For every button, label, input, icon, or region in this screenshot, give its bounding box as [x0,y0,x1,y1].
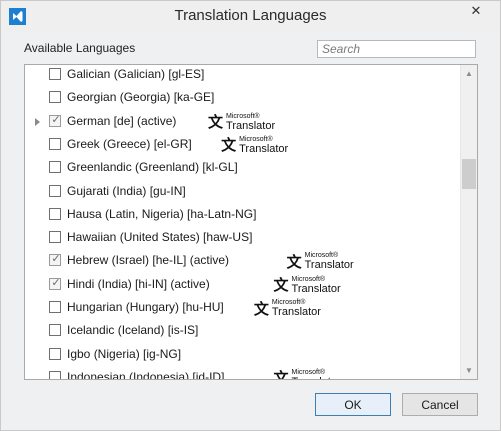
window-title: Translation Languages [174,7,327,24]
language-row[interactable]: ✓ German [de] (active) 文 Microsoft® Translat… [25,112,459,132]
translator-wordmark: Microsoft®Translator [292,368,341,379]
translator-wordmark-line2: Translator [292,376,341,379]
microsoft-translator-logo: 文Microsoft®Translator [208,111,275,133]
language-checkbox[interactable]: ✓ [49,347,61,360]
language-row[interactable]: ✓ Igbo (Nigeria) [ig-NG] [25,345,459,365]
checkmark-icon: ✓ [51,253,61,266]
translator-wordmark-line2: Translator [291,282,341,295]
translator-icon: 文 [208,113,224,132]
scroll-up-icon[interactable]: ▲ [461,65,477,82]
language-checkbox[interactable]: ✓ [49,253,61,267]
microsoft-translator-logo: 文Microsoft®Translator [273,367,341,380]
expand-arrow-icon[interactable] [35,117,40,126]
language-label: Greenlandic (Greenland) [kl-GL] [67,160,238,175]
language-label: Icelandic (Iceland) [is-IS] [67,323,199,338]
language-checkbox[interactable]: ✓ [49,276,61,290]
language-row[interactable]: ✓ Hawaiian (United States) [haw-US] [25,228,459,248]
vertical-scrollbar[interactable]: ▲ ▼ [460,65,477,379]
language-row[interactable]: ✓ Indonesian (Indonesia) [id-ID] 文Microsof… [25,367,459,380]
translator-wordmark: Microsoft®Translator [305,251,354,271]
language-row[interactable]: ✓ Hausa (Latin, Nigeria) [ha-Latn-NG] [25,205,459,225]
microsoft-translator-logo: 文Microsoft®Translator [274,274,341,296]
language-checkbox[interactable]: ✓ [49,207,61,220]
scroll-down-icon[interactable]: ▼ [461,362,477,379]
translator-wordmark: Microsoft®Translator [292,275,341,295]
language-checkbox[interactable]: ✓ [49,68,61,80]
language-label: Indonesian (Indonesia) [id-ID] [67,369,225,380]
scroll-thumb[interactable] [462,159,476,189]
cancel-button[interactable]: Cancel [402,393,478,416]
close-icon: ✕ [470,3,482,18]
translator-wordmark: Microsoft®Translator [226,112,275,132]
language-label: Hungarian (Hungary) [hu-HU] [67,300,224,314]
translator-wordmark: Microsoft®Translator [272,298,321,318]
language-label: Hausa (Latin, Nigeria) [ha-Latn-NG] [67,206,257,221]
language-row[interactable]: ✓ Hebrew (Israel) [he-IL] (active) 文 Micros… [25,251,459,271]
available-languages-label: Available Languages [24,41,136,55]
translator-wordmark-line2: Translator [239,142,289,155]
language-label: Igbo (Nigeria) [ig-NG] [67,346,182,361]
checkmark-icon: ✓ [51,276,61,289]
ok-button[interactable]: OK [315,393,391,416]
language-label: Galician (Galician) [gl-ES] [67,67,205,81]
search-input[interactable]: Search [317,40,476,58]
title-bar: Translation Languages ✕ [1,1,500,32]
language-checkbox[interactable]: ✓ [49,91,61,104]
language-row[interactable]: ✓ Hungarian (Hungary) [hu-HU] 文Microsoft®T… [25,298,459,318]
checkmark-icon: ✓ [51,113,61,126]
translator-icon: 文 [273,369,289,380]
translator-wordmark-line2: Translator [304,259,354,272]
language-row[interactable]: ✓ Galician (Galician) [gl-ES] [25,65,459,85]
microsoft-translator-logo: 文Microsoft®Translator [254,297,321,319]
language-checkbox[interactable]: ✓ [49,137,61,150]
translator-icon: 文 [273,276,289,295]
microsoft-translator-logo: 文Microsoft®Translator [221,134,288,156]
language-label: Greek (Greece) [el-GR] [67,136,192,151]
language-label: Gujarati (India) [gu-IN] [67,183,186,198]
language-row[interactable]: ✓ Georgian (Georgia) [ka-GE] [25,88,459,108]
language-row[interactable]: ✓ Greenlandic (Greenland) [kl-GL] [25,158,459,178]
translator-icon: 文 [253,299,269,318]
language-row[interactable]: ✓ Greek (Greece) [el-GR] 文Microsoft®Transl… [25,135,459,155]
language-list[interactable]: ✓ Galician (Galician) [gl-ES] ✓ Georgian (G… [24,64,478,380]
translator-icon: 文 [221,136,237,155]
close-button[interactable]: ✕ [462,1,490,21]
language-row[interactable]: ✓ Icelandic (Iceland) [is-IS] [25,321,459,341]
translation-languages-dialog: Translation Languages ✕ Available Langua… [0,0,501,431]
language-checkbox[interactable]: ✓ [49,161,61,174]
language-label: Hebrew (Israel) [he-IL] (active) [67,253,230,268]
language-label: Georgian (Georgia) [ka-GE] [67,90,215,105]
language-label: Hindi (India) [hi-IN] (active) [67,276,210,291]
language-label: German [de] (active) [67,113,177,128]
language-checkbox[interactable]: ✓ [49,301,61,313]
language-checkbox[interactable]: ✓ [49,113,61,127]
language-row[interactable]: ✓ Gujarati (India) [gu-IN] [25,182,459,202]
language-checkbox[interactable]: ✓ [49,324,61,337]
language-label: Hawaiian (United States) [haw-US] [67,230,253,245]
language-checkbox[interactable]: ✓ [49,370,61,379]
language-checkbox[interactable]: ✓ [49,231,61,244]
translator-icon: 文 [286,252,302,271]
translator-wordmark-line2: Translator [271,306,321,318]
language-row[interactable]: ✓ Hindi (India) [hi-IN] (active) 文 Microsof… [25,275,459,295]
translator-wordmark: Microsoft®Translator [239,135,288,155]
microsoft-translator-logo: 文Microsoft®Translator [287,250,354,272]
translator-wordmark-line2: Translator [226,119,276,132]
language-checkbox[interactable]: ✓ [49,184,61,197]
